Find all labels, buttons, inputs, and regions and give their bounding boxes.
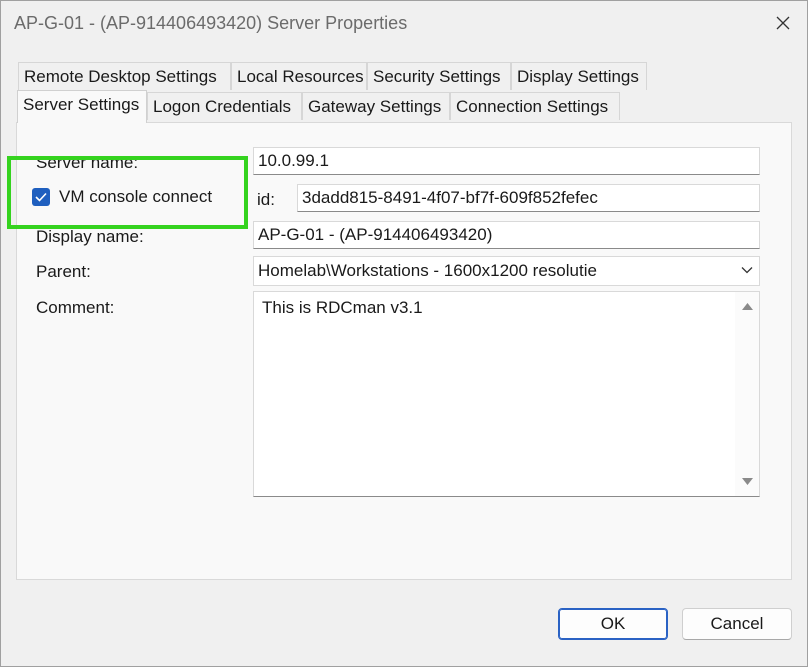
tab-local-resources[interactable]: Local Resources — [231, 62, 367, 90]
display-name-label: Display name: — [36, 227, 144, 246]
scroll-down-icon[interactable] — [742, 478, 753, 486]
tab-connection-settings[interactable]: Connection Settings — [450, 92, 620, 120]
tab-gateway-settings[interactable]: Gateway Settings — [302, 92, 450, 120]
parent-select-value: Homelab\Workstations - 1600x1200 resolut… — [258, 261, 597, 280]
parent-select[interactable]: Homelab\Workstations - 1600x1200 resolut… — [253, 256, 760, 286]
scroll-up-icon[interactable] — [742, 302, 753, 310]
chevron-down-icon — [741, 267, 753, 274]
server-properties-dialog: AP-G-01 - (AP-914406493420) Server Prope… — [0, 0, 808, 667]
comment-label: Comment: — [36, 298, 115, 317]
display-name-input[interactable]: AP-G-01 - (AP-914406493420) — [253, 221, 760, 249]
tab-logon-credentials[interactable]: Logon Credentials — [147, 92, 302, 120]
cancel-button[interactable]: Cancel — [682, 608, 792, 640]
tab-display-settings[interactable]: Display Settings — [511, 62, 647, 90]
window-title: AP-G-01 - (AP-914406493420) Server Prope… — [14, 13, 408, 33]
close-icon — [776, 16, 790, 30]
comment-scrollbar[interactable] — [735, 292, 759, 496]
comment-text: This is RDCman v3.1 — [262, 298, 423, 317]
comment-textarea[interactable]: This is RDCman v3.1 — [253, 291, 760, 497]
tab-server-settings[interactable]: Server Settings — [17, 90, 147, 123]
close-button[interactable] — [767, 7, 799, 39]
id-label: id: — [257, 190, 275, 209]
ok-button[interactable]: OK — [558, 608, 668, 640]
tab-remote-desktop-settings[interactable]: Remote Desktop Settings — [18, 62, 231, 90]
highlight-box — [7, 156, 248, 229]
tab-security-settings[interactable]: Security Settings — [367, 62, 511, 90]
server-name-input[interactable]: 10.0.99.1 — [253, 147, 760, 175]
id-input[interactable]: 3dadd815-8491-4f07-bf7f-609f852fefec — [297, 184, 760, 212]
parent-label: Parent: — [36, 262, 91, 281]
